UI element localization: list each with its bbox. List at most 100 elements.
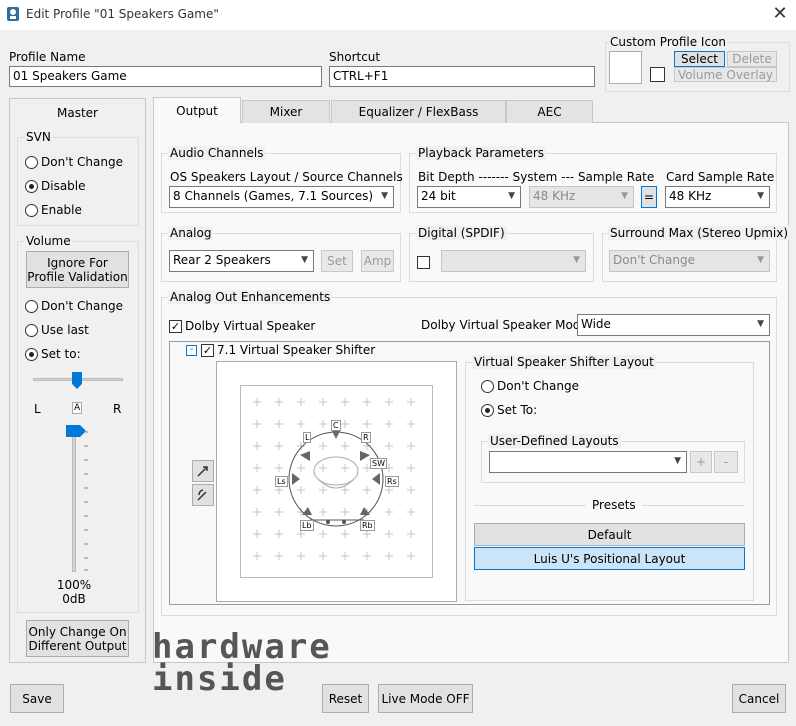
tab-aec[interactable]: AEC <box>506 100 593 123</box>
svn-label: SVN <box>24 130 53 144</box>
remove-layout-button[interactable]: - <box>714 451 738 473</box>
dolby-mode-label: Dolby Virtual Speaker Mode: <box>421 318 592 332</box>
volume-percent: 100% <box>56 578 92 592</box>
only-change-button[interactable]: Only Change On Different Output <box>26 620 129 657</box>
user-defined-select[interactable]: ▼ <box>489 451 687 473</box>
rotate-tool-icon[interactable] <box>192 484 214 506</box>
master-title: Master <box>57 106 98 120</box>
dolby-mode-value: Wide <box>581 317 611 331</box>
live-mode-button[interactable]: Live Mode OFF <box>378 684 473 713</box>
balance-left-label: L <box>34 402 41 416</box>
speaker-lb[interactable]: Lb <box>300 520 314 531</box>
chevron-down-icon: ▼ <box>757 319 764 329</box>
ignore-validation-button[interactable]: Ignore For Profile Validation <box>26 251 129 288</box>
volume-dont-change-radio[interactable] <box>25 300 38 313</box>
reset-button[interactable]: Reset <box>322 684 369 713</box>
custom-icon-label: Custom Profile Icon <box>608 35 728 49</box>
cancel-button[interactable]: Cancel <box>732 684 786 713</box>
user-defined-label: User-Defined Layouts <box>488 434 621 448</box>
custom-icon-checkbox[interactable] <box>650 67 665 82</box>
pointer-tool-icon[interactable] <box>192 460 214 482</box>
shortcut-input[interactable]: CTRL+F1 <box>329 66 595 87</box>
enhancements-title: Analog Out Enhancements <box>168 290 333 304</box>
window-title: Edit Profile "01 Speakers Game" <box>26 7 219 21</box>
tab-equalizer[interactable]: Equalizer / FlexBass <box>331 100 506 123</box>
select-icon-button[interactable]: Select <box>674 51 725 67</box>
dolby-mode-select[interactable]: Wide ▼ <box>577 314 770 336</box>
card-rate-select[interactable]: 48 KHz ▼ <box>665 186 770 208</box>
surround-select[interactable]: Don't Change ▼ <box>609 250 770 272</box>
layout-set-to-radio[interactable] <box>481 404 494 417</box>
speaker-l[interactable]: L <box>303 432 312 443</box>
link-rates-button[interactable]: = <box>641 186 657 208</box>
digital-select[interactable]: ▼ <box>441 250 586 272</box>
speaker-ls[interactable]: Ls <box>275 476 288 487</box>
tab-output[interactable]: Output <box>153 97 241 123</box>
chevron-down-icon: ▼ <box>674 456 681 466</box>
surround-title: Surround Max (Stereo Upmix) <box>608 226 791 240</box>
shifter-layout-title: Virtual Speaker Shifter Layout <box>472 355 656 369</box>
analog-select[interactable]: Rear 2 Speakers ▼ <box>169 250 314 272</box>
card-rate-value: 48 KHz <box>669 189 712 203</box>
svn-enable-label: Enable <box>41 203 82 217</box>
playback-title: Playback Parameters <box>416 146 547 160</box>
speaker-r[interactable]: R <box>361 432 371 443</box>
system-rate-select[interactable]: 48 KHz ▼ <box>529 186 634 208</box>
analog-title: Analog <box>168 226 214 240</box>
chevron-down-icon: ▼ <box>301 255 308 265</box>
volume-ticks <box>84 431 88 571</box>
balance-center-button[interactable]: A <box>72 402 83 414</box>
svn-disable-radio[interactable] <box>25 180 38 193</box>
svn-dont-change-radio[interactable] <box>25 156 38 169</box>
shifter-checkbox[interactable]: ✓ <box>201 344 214 357</box>
volume-track <box>72 428 76 572</box>
speaker-sw[interactable]: SW <box>370 458 387 469</box>
speaker-rb[interactable]: Rb <box>360 520 375 531</box>
svn-disable-label: Disable <box>41 179 86 193</box>
add-layout-button[interactable]: + <box>690 451 712 473</box>
layout-dont-change-label: Don't Change <box>497 379 579 393</box>
speaker-rs[interactable]: Rs <box>385 476 399 487</box>
svn-enable-radio[interactable] <box>25 204 38 217</box>
layout-set-to-label: Set To: <box>497 403 538 417</box>
audio-channels-sublabel: OS Speakers Layout / Source Channels <box>170 170 403 184</box>
chevron-down-icon: ▼ <box>508 191 515 201</box>
audio-channels-select[interactable]: 8 Channels (Games, 7.1 Sources) ▼ <box>169 186 394 208</box>
layout-dont-change-radio[interactable] <box>481 380 494 393</box>
audio-channels-value: 8 Channels (Games, 7.1 Sources) <box>173 189 374 203</box>
surround-value: Don't Change <box>613 253 695 267</box>
digital-checkbox[interactable] <box>417 256 430 269</box>
profile-icon-preview[interactable] <box>609 51 642 84</box>
volume-overlay-button[interactable]: Volume Overlay <box>674 67 777 82</box>
preset-luis-button[interactable]: Luis U's Positional Layout <box>474 547 745 570</box>
save-button[interactable]: Save <box>10 684 64 713</box>
analog-value: Rear 2 Speakers <box>173 253 271 267</box>
bit-depth-value: 24 bit <box>421 189 456 203</box>
volume-use-last-radio[interactable] <box>25 324 38 337</box>
watermark-line2: inside <box>152 659 287 699</box>
close-icon[interactable]: ✕ <box>768 4 792 24</box>
audio-channels-title: Audio Channels <box>168 146 266 160</box>
playback-header: Bit Depth ------- System --- Sample Rate <box>418 170 655 184</box>
card-rate-label: Card Sample Rate <box>666 170 775 184</box>
preset-default-button[interactable]: Default <box>474 523 745 546</box>
svn-dont-change-label: Don't Change <box>41 155 123 169</box>
analog-amp-button[interactable]: Amp <box>361 250 394 272</box>
volume-dont-change-label: Don't Change <box>41 299 123 313</box>
shifter-label: 7.1 Virtual Speaker Shifter <box>217 343 376 357</box>
collapse-toggle[interactable]: - <box>186 345 197 356</box>
delete-icon-button[interactable]: Delete <box>727 51 777 67</box>
dolby-label: Dolby Virtual Speaker <box>185 319 316 333</box>
app-icon <box>7 7 19 21</box>
tab-mixer[interactable]: Mixer <box>242 100 330 123</box>
dolby-checkbox[interactable]: ✓ <box>169 320 182 333</box>
analog-set-button[interactable]: Set <box>321 250 353 272</box>
volume-label: Volume <box>24 234 73 248</box>
speaker-c[interactable]: C <box>331 420 341 431</box>
profile-name-input[interactable]: 01 Speakers Game <box>9 66 322 87</box>
volume-set-to-radio[interactable] <box>25 348 38 361</box>
chevron-down-icon: ▼ <box>573 255 580 265</box>
presets-label: Presets <box>586 498 642 512</box>
bit-depth-select[interactable]: 24 bit ▼ <box>417 186 521 208</box>
chevron-down-icon: ▼ <box>621 191 628 201</box>
